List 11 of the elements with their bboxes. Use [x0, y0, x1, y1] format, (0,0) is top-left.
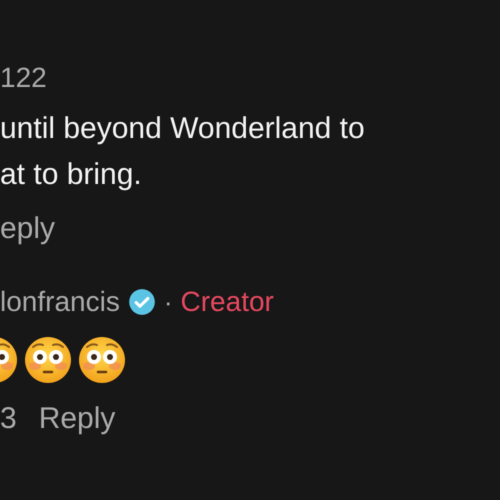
like-count: 3 [0, 401, 17, 437]
comment-text-line: at to bring. [0, 157, 142, 193]
flushed-face-icon [78, 336, 126, 384]
reply-link[interactable]: Reply [38, 396, 116, 442]
reply-link[interactable]: eply [0, 206, 56, 252]
comment-date: 122 [0, 61, 47, 95]
author-name[interactable]: lonfrancis [0, 282, 120, 322]
separator-dot: · [164, 286, 173, 318]
creator-label: Creator [180, 285, 274, 319]
comment-text-line: until beyond Wonderland to [0, 111, 365, 147]
flushed-face-icon [24, 336, 72, 384]
